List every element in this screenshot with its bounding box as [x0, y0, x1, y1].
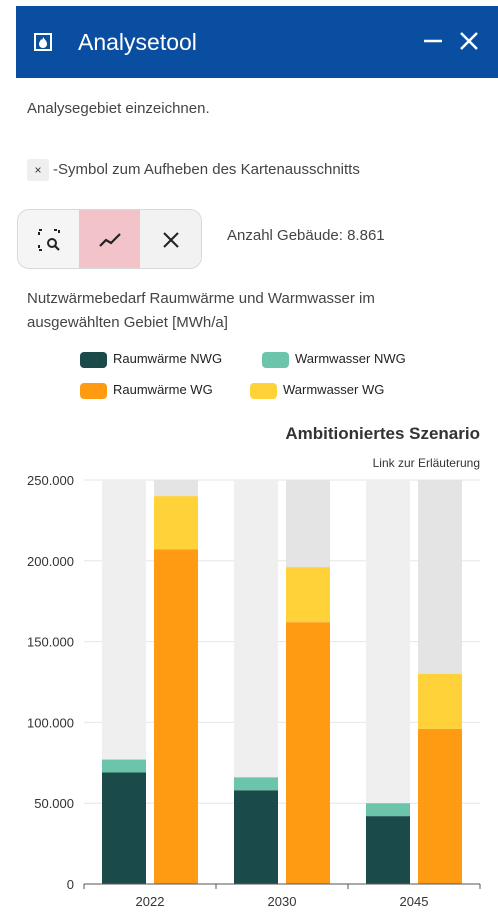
legend-label: Warmwasser WG — [283, 382, 385, 397]
clear-icon — [163, 232, 179, 248]
bar-segment — [102, 759, 146, 773]
chart-title: Ambitioniertes Szenario — [285, 424, 480, 443]
legend-item[interactable]: Warmwasser WG — [250, 381, 384, 399]
line-chart-icon — [99, 233, 121, 247]
x-tick-label: 2022 — [136, 894, 165, 909]
minimize-icon[interactable] — [420, 28, 446, 54]
clear-symbol: × — [27, 159, 49, 181]
window-title: Analysetool — [78, 29, 197, 55]
clear-selection-button[interactable] — [140, 210, 201, 268]
description-line-2: ausgewählten Gebiet [MWh/a] — [27, 314, 228, 331]
y-tick-label: 250.000 — [27, 473, 74, 488]
legend-label: Warmwasser NWG — [295, 351, 406, 366]
x-tick-label: 2030 — [268, 894, 297, 909]
chart-explanation-link[interactable]: Link zur Erläuterung — [373, 456, 480, 470]
description-line-1: Nutzwärmebedarf Raumwärme und Warmwasser… — [27, 290, 375, 307]
select-area-icon — [38, 229, 60, 251]
analysis-toolbar — [17, 209, 202, 269]
bar-segment — [418, 673, 462, 729]
bar-segment — [286, 622, 330, 884]
bar-segment — [154, 549, 198, 884]
clear-hint-text: -Symbol zum Aufheben des Kartenausschnit… — [53, 161, 360, 178]
stacked-bar-chart: 0 50.000 100.000 150.000 200.000 250.000 2022 2… — [27, 473, 481, 909]
bar-segment — [102, 772, 146, 884]
fire-home-icon — [34, 33, 52, 51]
bar-segment — [366, 803, 410, 817]
select-area-button[interactable] — [18, 210, 79, 268]
legend-label: Raumwärme WG — [113, 382, 213, 397]
bar-segment — [418, 728, 462, 884]
window-header: Analysetool — [16, 6, 498, 78]
legend-item[interactable]: Raumwärme NWG — [80, 350, 222, 368]
legend-item[interactable]: Warmwasser NWG — [262, 350, 406, 368]
legend-label: Raumwärme NWG — [113, 351, 223, 366]
bar-segment — [366, 816, 410, 884]
close-icon[interactable] — [456, 28, 482, 54]
y-tick-label: 200.000 — [27, 554, 74, 569]
y-tick-label: 100.000 — [27, 715, 74, 730]
legend-swatch — [250, 382, 277, 399]
legend-swatch — [80, 382, 107, 399]
bar-segment — [234, 790, 278, 884]
y-tick-label: 150.000 — [27, 635, 74, 650]
y-tick-label: 0 — [67, 877, 74, 892]
bar-segment — [234, 777, 278, 791]
legend-swatch — [262, 351, 289, 368]
bar-segment — [154, 496, 198, 550]
building-count: Anzahl Gebäude: 8.861 — [227, 227, 385, 244]
y-tick-label: 50.000 — [34, 796, 74, 811]
legend-item[interactable]: Raumwärme WG — [80, 381, 213, 399]
bar-segment — [286, 567, 330, 623]
x-tick-label: 2045 — [400, 894, 429, 909]
line-chart-button[interactable] — [79, 210, 140, 268]
legend-swatch — [80, 351, 107, 368]
intro-text: Analysegebiet einzeichnen. — [27, 100, 210, 117]
